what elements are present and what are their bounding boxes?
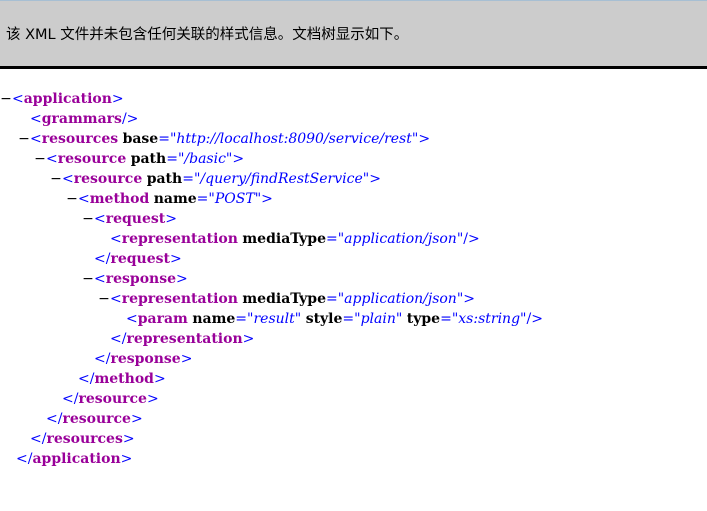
method-open-line: −<method name="POST">	[66, 189, 273, 209]
tag-representation: representation	[121, 231, 238, 247]
collapse-toggle-method[interactable]: −	[66, 189, 78, 209]
tag-representation: representation	[121, 291, 238, 307]
attr-path-value: /query/findRestService	[200, 171, 363, 187]
tag-resource: resource	[78, 391, 147, 407]
tag-request: request	[110, 251, 170, 267]
tag-resource: resource	[73, 171, 143, 187]
attr-name: name	[192, 311, 236, 327]
request-open-line: −<request>	[82, 209, 177, 229]
tag-method: method	[94, 371, 154, 387]
xml-style-notice: 该 XML 文件并未包含任何关联的样式信息。文档树显示如下。	[0, 0, 707, 69]
attr-base-value: http://localhost:8090/service/rest	[176, 131, 412, 147]
response-representation-open-line: −<representation mediaType="application/…	[98, 289, 476, 309]
collapse-toggle-representation[interactable]: −	[98, 289, 110, 309]
tag-request: request	[105, 211, 166, 227]
attr-mediatype-value: application/json	[344, 291, 457, 307]
notice-text: 该 XML 文件并未包含任何关联的样式信息。文档树显示如下。	[6, 27, 409, 43]
collapse-toggle-resource-query[interactable]: −	[50, 169, 62, 189]
tag-param: param	[137, 311, 188, 327]
request-representation-line: <representation mediaType="application/j…	[110, 231, 480, 247]
resource-basic-close-line: </resource>	[46, 411, 143, 427]
tag-resource: resource	[57, 151, 127, 167]
resources-close-line: </resources>	[30, 431, 135, 447]
tag-application: application	[23, 91, 112, 107]
collapse-toggle-resources[interactable]: −	[18, 129, 30, 149]
resources-open-line: −<resources base="http://localhost:8090/…	[18, 129, 431, 149]
attr-mediatype: mediaType	[242, 231, 326, 247]
representation-close-line: </representation>	[110, 331, 255, 347]
attr-name-value: POST	[214, 191, 255, 207]
attr-path-value: /basic	[184, 151, 226, 167]
grammars-line: <grammars/>	[30, 111, 139, 127]
response-close-line: </response>	[94, 351, 193, 367]
attr-path: path	[130, 151, 167, 167]
tag-method: method	[89, 191, 150, 207]
attr-mediatype: mediaType	[242, 291, 326, 307]
attr-path: path	[146, 171, 183, 187]
resource-basic-open-line: −<resource path="/basic">	[34, 149, 245, 169]
resource-query-close-line: </resource>	[62, 391, 159, 407]
tag-response: response	[105, 271, 176, 287]
collapse-toggle-application[interactable]: −	[0, 89, 12, 109]
application-close-line: </application>	[16, 451, 133, 467]
attr-style: style	[305, 311, 343, 327]
resource-query-open-line: −<resource path="/query/findRestService"…	[50, 169, 381, 189]
param-line: <param name="result" style="plain" type=…	[126, 311, 543, 327]
tag-resources: resources	[41, 131, 119, 147]
attr-style-value: plain	[360, 311, 396, 327]
attr-type: type	[406, 311, 441, 327]
attr-name: name	[153, 191, 197, 207]
method-close-line: </method>	[78, 371, 166, 387]
xml-document-tree: −<application> <grammars/> −<resources b…	[0, 69, 707, 469]
tag-resource: resource	[62, 411, 131, 427]
attr-type-value: xs:string	[458, 311, 521, 327]
collapse-toggle-response[interactable]: −	[82, 269, 94, 289]
attr-base: base	[122, 131, 159, 147]
attr-mediatype-value: application/json	[344, 231, 457, 247]
collapse-toggle-request[interactable]: −	[82, 209, 94, 229]
tag-representation: representation	[126, 331, 243, 347]
attr-name-value: result	[253, 311, 295, 327]
collapse-toggle-resource-basic[interactable]: −	[34, 149, 46, 169]
response-open-line: −<response>	[82, 269, 188, 289]
application-open-line: −<application>	[0, 89, 124, 109]
tag-application: application	[32, 451, 121, 467]
tag-resources: resources	[46, 431, 123, 447]
request-close-line: </request>	[94, 251, 182, 267]
tag-grammars: grammars	[41, 111, 122, 127]
tag-response: response	[110, 351, 181, 367]
